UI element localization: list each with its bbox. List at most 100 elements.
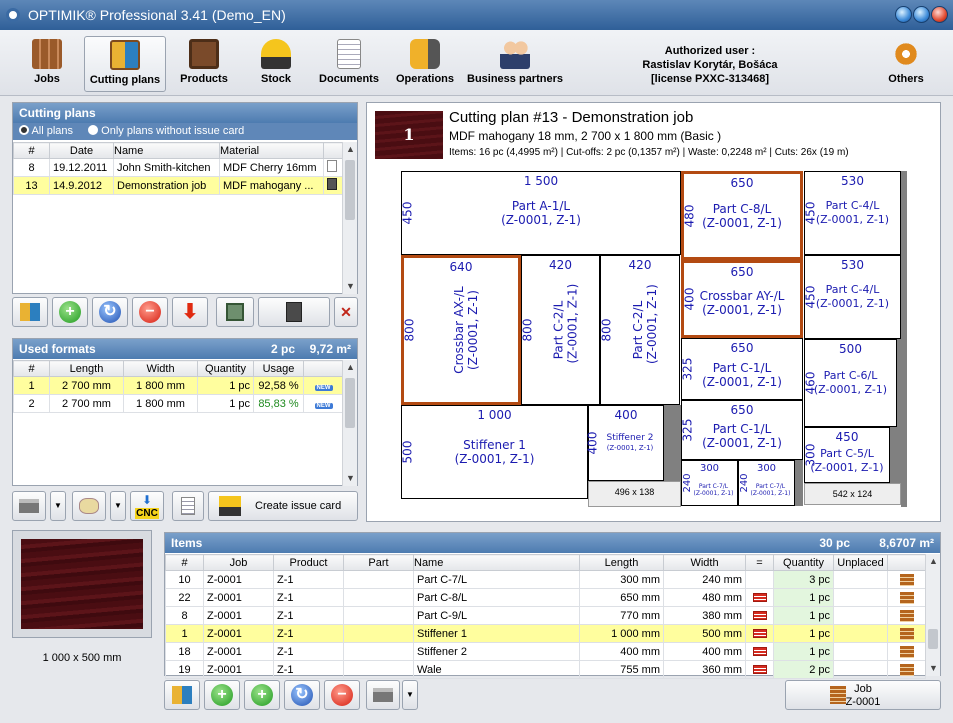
piece[interactable]: 530 450 Part C-4/L (Z-0001, Z-1) [803, 171, 901, 255]
col-num[interactable]: # [165, 554, 204, 571]
scroll-thumb[interactable] [345, 160, 355, 220]
table-row[interactable]: 18 Z-0001 Z-1 Stiffener 2 400 mm 400 mm 1 pc [165, 642, 926, 661]
close-button[interactable] [931, 6, 948, 23]
no-issue-radio[interactable] [88, 125, 99, 135]
refresh-items-button[interactable]: ↻ [284, 680, 320, 710]
minimize-button[interactable] [895, 6, 912, 23]
items-scrollbar[interactable]: ▲ ▼ [925, 554, 940, 676]
col-material[interactable]: Material [219, 142, 324, 159]
maximize-button[interactable] [913, 6, 930, 23]
print-button[interactable] [12, 491, 46, 521]
labels-button[interactable] [72, 491, 106, 521]
print-dropdown[interactable]: ▼ [50, 491, 66, 521]
toolbar-documents-button[interactable]: Documents [314, 36, 384, 92]
col-equal[interactable]: = [745, 554, 774, 571]
table-row[interactable]: 19 Z-0001 Z-1 Wale 755 mm 360 mm 2 pc [165, 660, 926, 679]
cutting-plans-scrollbar[interactable]: ▲ ▼ [342, 142, 357, 294]
scroll-down-icon[interactable]: ▼ [926, 661, 941, 676]
no-issue-label[interactable]: Only plans without issue card [101, 125, 244, 137]
print-items-dropdown[interactable]: ▼ [402, 680, 418, 710]
col-job[interactable]: Job [203, 554, 274, 571]
piece[interactable]: 650 325 Part C-1/L (Z-0001, Z-1) [680, 338, 803, 400]
piece[interactable]: 300 240 Part C-7/L (Z-0001, Z-1) [681, 460, 738, 506]
piece[interactable]: 400 400 Stiffener 2 (Z-0001, Z-1) [585, 405, 664, 481]
col-date[interactable]: Date [49, 142, 114, 159]
toolbar-cutting-plans-button[interactable]: Cutting plans [84, 36, 166, 92]
remove-item-button[interactable]: − [324, 680, 360, 710]
delete-plan-button[interactable]: − [132, 297, 168, 327]
piece[interactable]: 530 450 Part C-4/L (Z-0001, Z-1) [803, 255, 901, 339]
toolbar-others-button[interactable]: Others [880, 36, 932, 92]
col-num[interactable]: # [13, 142, 50, 159]
copy-plans-button[interactable] [216, 297, 254, 327]
col-num[interactable]: # [13, 360, 50, 377]
cross-icon: ✕ [340, 304, 352, 320]
piece[interactable]: 420 800 Part C-2/L (Z-0001, Z-1) [599, 255, 680, 405]
add-item-button[interactable]: + [204, 680, 240, 710]
app-icon[interactable] [6, 8, 20, 22]
col-name[interactable]: Name [413, 554, 580, 571]
table-row[interactable]: 1 Z-0001 Z-1 Stiffener 11 000 mm 500 mm 1 pc [165, 624, 926, 643]
toolbar-products-button[interactable]: Products [174, 36, 234, 92]
toolbar-jobs-button[interactable]: Jobs [18, 36, 76, 92]
col-quantity[interactable]: Quantity [773, 554, 834, 571]
col-unplaced[interactable]: Unplaced [833, 554, 888, 571]
scroll-down-icon[interactable]: ▼ [343, 471, 358, 486]
new-plan-button[interactable] [12, 297, 48, 327]
issue-document-button[interactable] [172, 491, 204, 521]
col-length[interactable]: Length [579, 554, 664, 571]
job-button[interactable]: Job Z-0001 [785, 680, 941, 710]
download-plan-button[interactable]: ⬇ [172, 297, 208, 327]
all-plans-radio[interactable] [19, 125, 29, 135]
table-row[interactable]: 22 Z-0001 Z-1 Part C-8/L 650 mm 480 mm 1 pc [165, 588, 926, 607]
toolbar-business-partners-button[interactable]: Business partners [466, 36, 564, 92]
calculate-button[interactable] [258, 297, 330, 327]
add-item-star-button[interactable]: + [244, 680, 280, 710]
toolbar-stock-button[interactable]: Stock [246, 36, 306, 92]
toolbar-operations-button[interactable]: Operations [392, 36, 458, 92]
piece[interactable]: 300 240 Part C-7/L (Z-0001, Z-1) [738, 460, 795, 506]
col-usage[interactable]: Usage [253, 360, 304, 377]
table-row[interactable]: 2 2 700 mm 1 800 mm 1 pc 85,83 % NEW [13, 394, 344, 413]
scroll-up-icon[interactable]: ▲ [343, 142, 358, 157]
print-items-button[interactable] [366, 680, 400, 710]
col-width[interactable]: Width [663, 554, 746, 571]
col-product[interactable]: Product [273, 554, 344, 571]
all-plans-label[interactable]: All plans [31, 125, 73, 137]
piece[interactable]: 500 460 Part C-6/L (Z-0001, Z-1) [803, 339, 897, 427]
new-badge: NEW [314, 402, 333, 409]
scroll-thumb[interactable] [928, 629, 938, 649]
col-part[interactable]: Part [343, 554, 414, 571]
col-length[interactable]: Length [49, 360, 124, 377]
cancel-plan-button[interactable]: ✕ [334, 297, 358, 327]
table-row[interactable]: 8 Z-0001 Z-1 Part C-9/L 770 mm 380 mm 1 pc [165, 606, 926, 625]
used-formats-scrollbar[interactable]: ▲ ▼ [342, 360, 357, 486]
table-row[interactable]: 8 19.12.2011 John Smith-kitchen MDF Cher… [13, 158, 344, 177]
toolbar-products-label: Products [180, 73, 228, 85]
piece[interactable]: 450 300 Part C-5/L (Z-0001, Z-1) [803, 427, 890, 483]
piece[interactable]: 420 800 Part C-2/L (Z-0001, Z-1) [520, 255, 600, 405]
piece[interactable]: 1 000 500 Stiffener 1 (Z-0001, Z-1) [400, 405, 588, 499]
jobs-icon [32, 39, 62, 69]
scroll-down-icon[interactable]: ▼ [343, 279, 358, 294]
col-quantity[interactable]: Quantity [197, 360, 254, 377]
add-plan-button[interactable]: + [52, 297, 88, 327]
create-issue-card-button[interactable]: Create issue card [208, 491, 358, 521]
table-row[interactable]: 13 14.9.2012 Demonstration job MDF mahog… [13, 176, 344, 195]
piece[interactable]: 650 325 Part C-1/L (Z-0001, Z-1) [680, 400, 803, 460]
scroll-up-icon[interactable]: ▲ [343, 360, 358, 375]
piece[interactable]: 1 500 450 Part A-1/L (Z-0001, Z-1) [400, 171, 681, 255]
table-row[interactable]: 10 Z-0001 Z-1 Part C-7/L 300 mm 240 mm 3 pc [165, 570, 926, 589]
piece[interactable]: 650 480 Part C-8/L (Z-0001, Z-1) [681, 171, 803, 260]
col-name[interactable]: Name [113, 142, 220, 159]
piece[interactable]: 640 800 Crossbar AX-/L (Z-0001, Z-1) [401, 255, 521, 405]
scroll-thumb[interactable] [345, 378, 355, 428]
new-item-button[interactable] [164, 680, 200, 710]
piece[interactable]: 650 400 Crossbar AY-/L (Z-0001, Z-1) [681, 260, 803, 338]
labels-dropdown[interactable]: ▼ [110, 491, 126, 521]
table-row[interactable]: 1 2 700 mm 1 800 mm 1 pc 92,58 % NEW [13, 376, 344, 395]
scroll-up-icon[interactable]: ▲ [926, 554, 941, 569]
cnc-export-button[interactable]: ⬇ CNC [130, 491, 164, 521]
refresh-plan-button[interactable]: ↻ [92, 297, 128, 327]
col-width[interactable]: Width [123, 360, 198, 377]
